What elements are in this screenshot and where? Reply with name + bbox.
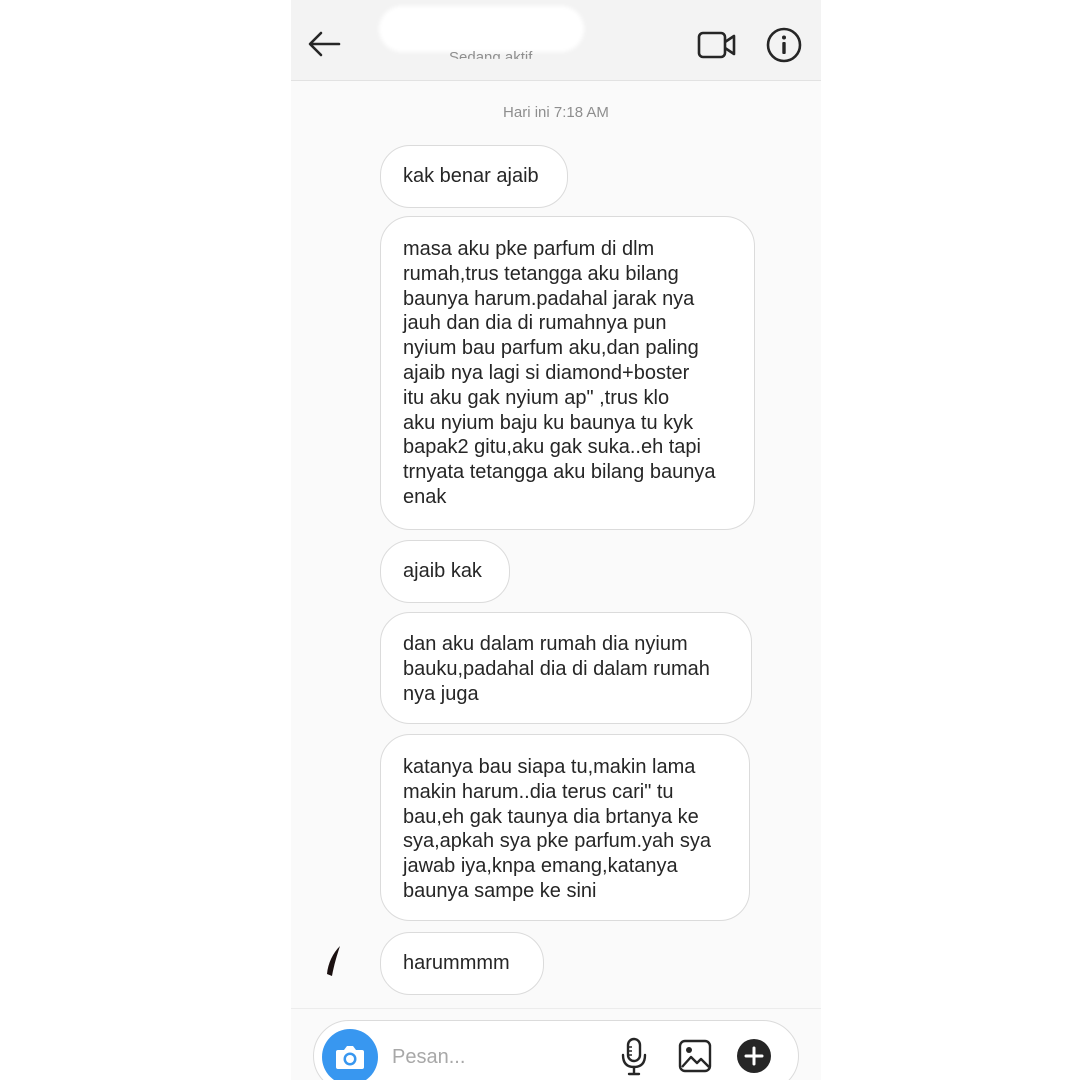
back-button[interactable] bbox=[305, 24, 345, 64]
more-options-button[interactable] bbox=[737, 1039, 771, 1073]
avatar-icon bbox=[327, 946, 340, 976]
image-gallery-icon bbox=[678, 1039, 712, 1073]
plus-icon bbox=[744, 1046, 764, 1066]
message-bubble[interactable]: katanya bau siapa tu,makin lama makin ha… bbox=[380, 734, 750, 921]
redacted-username bbox=[379, 6, 584, 52]
video-camera-icon bbox=[697, 31, 736, 59]
message-bubble[interactable]: masa aku pke parfum di dlm rumah,trus te… bbox=[380, 216, 755, 530]
gallery-button[interactable] bbox=[678, 1039, 712, 1073]
message-composer bbox=[313, 1020, 799, 1080]
info-button[interactable] bbox=[765, 26, 803, 64]
chat-header: Sedang aktif bbox=[291, 0, 821, 81]
arrow-left-icon bbox=[308, 31, 341, 57]
message-bubble[interactable]: kak benar ajaib bbox=[380, 145, 568, 208]
microphone-icon bbox=[621, 1037, 647, 1076]
voice-message-button[interactable] bbox=[620, 1037, 648, 1077]
camera-button[interactable] bbox=[322, 1029, 378, 1080]
camera-icon bbox=[336, 1046, 364, 1069]
message-bubble[interactable]: dan aku dalam rumah dia nyium bauku,pada… bbox=[380, 612, 752, 724]
message-bubble[interactable]: harummmm bbox=[380, 932, 544, 995]
sender-avatar[interactable] bbox=[325, 945, 345, 977]
active-status: Sedang aktif bbox=[449, 49, 533, 66]
info-icon bbox=[766, 27, 802, 63]
message-timestamp: Hari ini 7:18 AM bbox=[503, 104, 609, 121]
message-input[interactable] bbox=[390, 1041, 594, 1073]
message-bubble[interactable]: ajaib kak bbox=[380, 540, 510, 603]
direct-message-screen: Sedang aktif Hari ini 7:18 AM kak benar … bbox=[291, 0, 821, 1080]
video-call-button[interactable] bbox=[697, 28, 737, 62]
